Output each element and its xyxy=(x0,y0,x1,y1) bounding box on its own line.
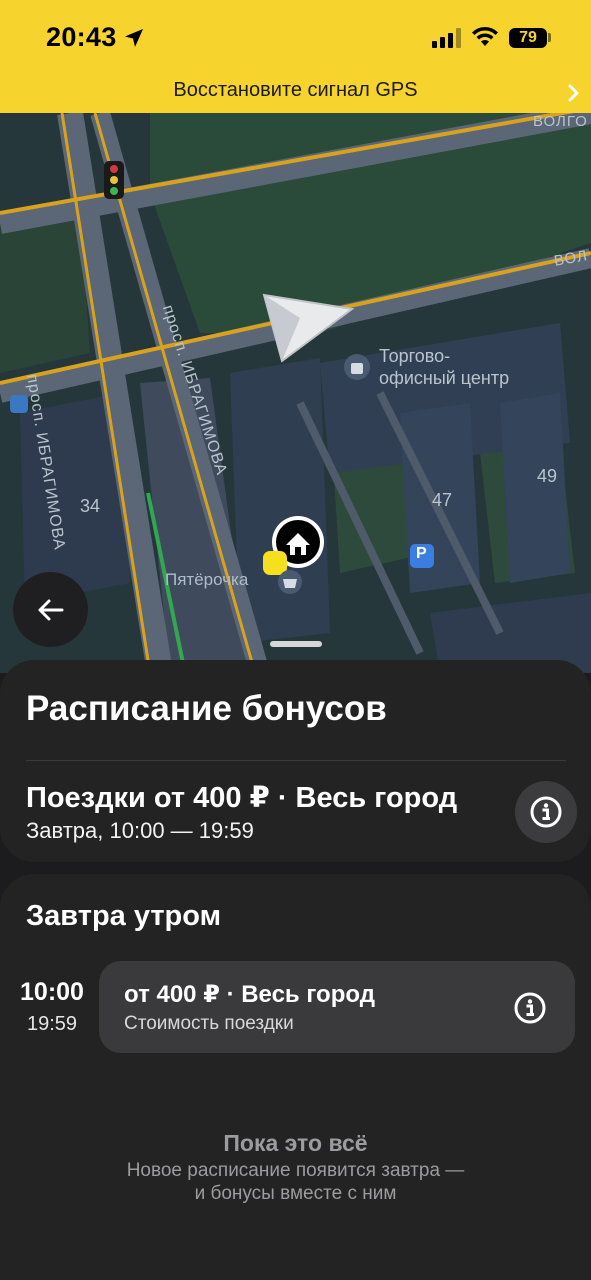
bonus-slot-card[interactable]: от 400 ₽ · Весь город Стоимость поездки xyxy=(99,961,575,1053)
schedule-section-card: Завтра утром 10:00 19:59 от 400 ₽ · Весь… xyxy=(0,874,591,1280)
battery-tip xyxy=(548,33,551,42)
gps-banner[interactable]: Восстановите сигнал GPS xyxy=(0,78,591,113)
arrow-left-icon xyxy=(38,599,63,620)
map-view[interactable]: ВОЛГО ВОЛ просп. ИБРАГИМОВА просп. ИБРАГ… xyxy=(0,113,591,673)
house-number: 49 xyxy=(537,466,558,486)
battery-level: 79 xyxy=(519,29,537,46)
promo-info-button[interactable] xyxy=(515,781,577,843)
status-bar: 20:43 79 xyxy=(0,0,591,78)
store-label: Пятёрочка xyxy=(165,570,249,589)
section-title: Завтра утром xyxy=(26,900,222,932)
slot-end-time: 19:59 xyxy=(26,1013,78,1035)
end-of-list-title: Пока это всё xyxy=(223,1130,368,1156)
info-icon xyxy=(514,992,546,1024)
slot-subtitle: Стоимость поездки xyxy=(124,1013,294,1034)
chevron-right-icon xyxy=(568,84,579,102)
house-number: 34 xyxy=(80,496,101,516)
slot-start-time: 10:00 xyxy=(20,978,84,1006)
sheet-grabber[interactable] xyxy=(270,641,322,647)
battery-indicator: 79 xyxy=(509,28,547,48)
cellular-signal-icon xyxy=(432,28,461,48)
divider xyxy=(26,760,566,761)
parking-icon: P xyxy=(416,545,427,562)
wifi-icon xyxy=(472,26,498,46)
gps-banner-text: Восстановите сигнал GPS xyxy=(173,79,418,101)
end-of-list-text: и бонусы вместе с ним xyxy=(194,1183,397,1204)
slot-info-button[interactable] xyxy=(511,989,549,1027)
location-arrow-icon xyxy=(125,29,143,47)
slot-title: от 400 ₽ · Весь город xyxy=(124,981,375,1008)
end-of-list-text: Новое расписание появится завтра — xyxy=(126,1160,465,1181)
poi-label: Торгово- xyxy=(379,346,451,366)
map-canvas xyxy=(0,113,591,673)
bonus-schedule-card: Расписание бонусов Поездки от 400 ₽ · Ве… xyxy=(0,660,591,862)
map-street-label: ВОЛГО xyxy=(533,113,588,130)
promo-subtitle: Завтра, 10:00 — 19:59 xyxy=(26,818,254,843)
back-button[interactable] xyxy=(13,572,88,647)
poi-label: офисный центр xyxy=(379,368,510,388)
status-time: 20:43 xyxy=(46,22,117,52)
sheet-title: Расписание бонусов xyxy=(26,689,387,728)
top-bar: 20:43 79 Восстановите сигнал GPS xyxy=(0,0,591,113)
info-icon xyxy=(530,796,562,828)
house-number: 47 xyxy=(432,490,453,510)
promo-title: Поездки от 400 ₽ · Весь город xyxy=(26,782,458,814)
